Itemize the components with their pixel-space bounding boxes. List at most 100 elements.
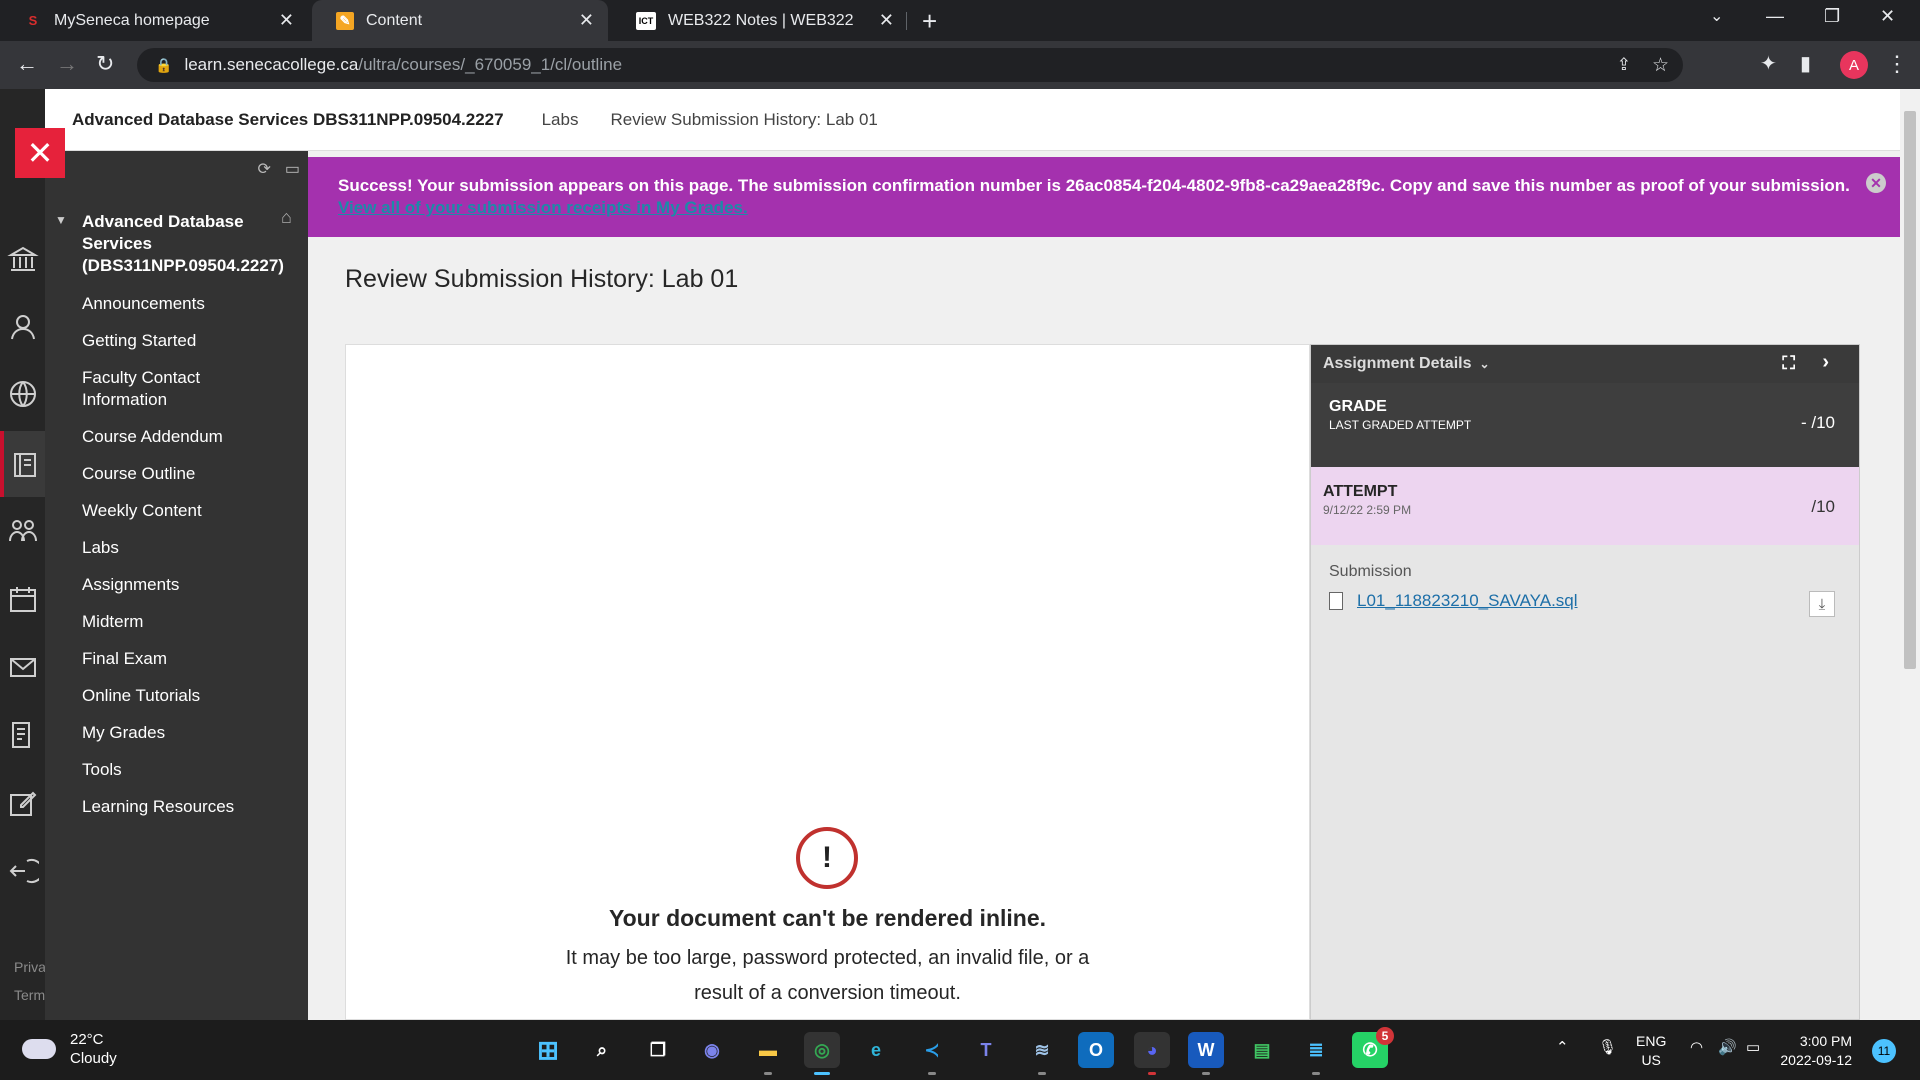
tab-close-icon[interactable]: ✕ [279,10,294,31]
edge-icon[interactable]: e [858,1032,894,1068]
messages-icon[interactable] [0,637,45,697]
address-bar[interactable]: 🔒 learn.senecacollege.ca/ultra/courses/_… [137,48,1683,82]
calendar-icon[interactable] [0,569,45,629]
sign-out-icon[interactable] [0,841,45,901]
volume-icon[interactable]: 🔊 [1718,1038,1737,1056]
menu-item-midterm[interactable]: Midterm [82,611,262,633]
notification-count-badge[interactable]: 11 [1872,1039,1896,1063]
back-icon[interactable]: ← [16,51,38,77]
notepad-icon[interactable]: ≣ [1298,1032,1334,1075]
forward-icon[interactable]: → [56,51,78,77]
refresh-icon[interactable]: ⟳ [257,159,270,179]
bookmark-star-icon[interactable]: ☆ [1652,54,1669,77]
download-icon[interactable]: ⤓ [1809,591,1835,617]
home-icon[interactable]: ⌂ [281,207,292,228]
tools-edit-icon[interactable] [0,773,45,833]
breadcrumb-labs[interactable]: Labs [542,110,579,130]
lock-icon: 🔒 [155,56,173,73]
breadcrumb-course[interactable]: Advanced Database Services DBS311NPP.095… [72,110,504,130]
menu-item-online-tutorials[interactable]: Online Tutorials [82,685,262,707]
extensions-icon[interactable]: ✦ [1760,51,1777,76]
folder-view-icon[interactable]: ▭ [285,159,300,179]
page-title: Review Submission History: Lab 01 [345,265,739,293]
new-tab-icon[interactable]: + [922,6,937,37]
battery-icon[interactable]: ▭ [1746,1038,1760,1056]
tab-web322-notes[interactable]: ICT WEB322 Notes | WEB322 ✕ [612,0,908,41]
chevron-right-icon[interactable]: › [1822,351,1829,374]
menu-item-course-outline[interactable]: Course Outline [82,463,262,485]
attempt-row[interactable]: ATTEMPT 9/12/22 2:59 PM /10 [1311,467,1859,545]
page-scrollbar[interactable] [1900,89,1920,1020]
submission-file-link[interactable]: L01_118823210_SAVAYA.sql [1357,591,1578,611]
submission-receipts-link[interactable]: View all of your submission receipts in … [338,198,748,217]
tab-myseneca[interactable]: S MySeneca homepage ✕ [0,0,308,41]
chat-icon[interactable]: ◉ [694,1032,730,1068]
tab-title: MySeneca homepage [54,11,210,29]
menu-kebab-icon[interactable]: ⋮ [1886,51,1908,77]
side-panel-icon[interactable]: ▮ [1800,51,1811,76]
courses-icon[interactable] [0,431,45,497]
menu-item-weekly-content[interactable]: Weekly Content [82,500,262,522]
scrollbar-thumb[interactable] [1904,111,1916,669]
weather-temperature: 22°C [70,1031,104,1048]
language-indicator[interactable]: ENG US [1636,1032,1666,1070]
menu-item-announcements[interactable]: Announcements [82,293,262,315]
menu-item-my-grades[interactable]: My Grades [82,722,262,744]
menu-item-labs[interactable]: Labs [82,537,262,559]
course-menu-tools: ⟳ ▭ [257,159,300,179]
menu-item-learning-resources[interactable]: Learning Resources [82,796,262,818]
system-clock[interactable]: 3:00 PM 2022-09-12 [1780,1032,1852,1070]
microphone-icon[interactable]: 🎙 [1598,1038,1617,1056]
tab-search-icon[interactable]: ⌄ [1710,6,1723,26]
sql-developer-icon[interactable]: ≋ [1024,1032,1060,1075]
menu-item-tools[interactable]: Tools [82,759,262,781]
task-view-icon[interactable]: ❐ [640,1032,676,1068]
close-course-icon[interactable]: ✕ [15,128,65,178]
menu-item-assignments[interactable]: Assignments [82,574,262,596]
discord-icon[interactable]: ◕ [1134,1032,1170,1075]
start-icon[interactable]: ⊞ [530,1032,566,1068]
tab-close-icon[interactable]: ✕ [579,10,594,31]
reload-icon[interactable]: ↻ [96,51,114,77]
share-icon[interactable]: ⇪ [1617,55,1631,75]
vscode-icon[interactable]: ≺ [914,1032,950,1075]
region-code: US [1641,1052,1661,1068]
chrome-icon[interactable]: ◎ [804,1032,840,1075]
minimize-icon[interactable]: — [1766,6,1784,27]
search-icon[interactable]: ⌕ [584,1032,620,1068]
close-window-icon[interactable]: ✕ [1880,6,1895,27]
teams-icon[interactable]: T [968,1032,1004,1068]
grades-icon[interactable] [0,705,45,765]
institution-icon[interactable] [0,229,45,289]
wifi-icon[interactable]: ◠ [1690,1038,1703,1056]
assignment-details-header[interactable]: Assignment Details ⌄ ⛶ › [1311,345,1859,383]
show-hidden-icons-icon[interactable]: ⌃ [1556,1038,1569,1056]
course-menu-title[interactable]: Advanced Database Services (DBS311NPP.09… [82,211,284,277]
grade-score: - /10 [1800,413,1835,432]
app-installer-icon[interactable]: ▤ [1244,1032,1280,1068]
collapse-caret-icon[interactable]: ▼ [55,213,67,227]
page-viewport: Priva Term ✕ Advanced Database Services … [0,89,1900,1020]
tab-close-icon[interactable]: ✕ [879,10,894,31]
terms-link[interactable]: Term [14,987,45,1003]
profile-avatar[interactable]: A [1840,51,1868,79]
error-icon: ! [796,827,858,889]
privacy-link[interactable]: Priva [14,959,46,975]
profile-icon[interactable] [0,297,45,357]
file-explorer-icon[interactable]: ▬ [750,1032,786,1075]
grade-label: GRADE [1329,398,1387,415]
organizations-icon[interactable] [0,501,45,561]
whatsapp-icon[interactable]: ✆ 5 [1352,1027,1394,1068]
menu-item-faculty-contact[interactable]: Faculty Contact Information [82,367,262,411]
menu-item-final-exam[interactable]: Final Exam [82,648,262,670]
menu-item-getting-started[interactable]: Getting Started [82,330,262,352]
activity-globe-icon[interactable] [0,364,45,424]
expand-icon[interactable]: ⛶ [1782,353,1795,374]
weather-widget[interactable]: 22°C Cloudy [22,1030,117,1068]
dismiss-banner-icon[interactable]: ✕ [1866,173,1886,193]
restore-icon[interactable]: ❐ [1824,6,1840,27]
outlook-icon[interactable]: O [1078,1032,1114,1068]
menu-item-course-addendum[interactable]: Course Addendum [82,426,262,448]
tab-content[interactable]: ✎ Content ✕ [312,0,608,41]
word-icon[interactable]: W [1188,1032,1224,1075]
